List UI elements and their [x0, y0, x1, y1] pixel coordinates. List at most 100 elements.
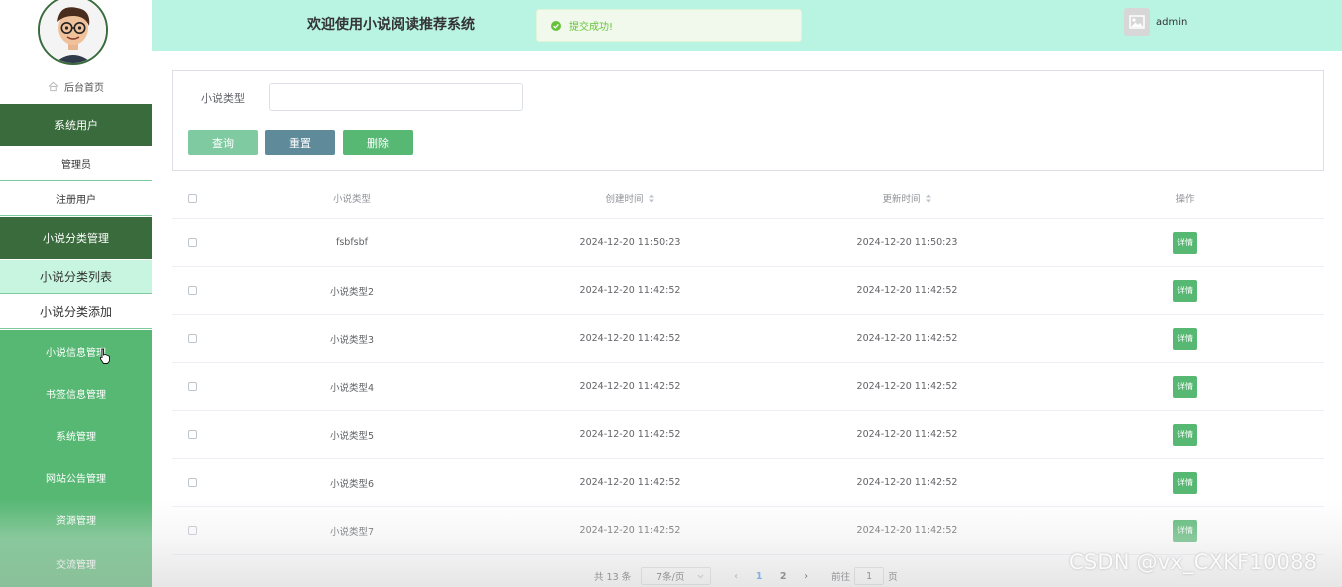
menu-label: 小说分类管理	[43, 232, 109, 245]
category-table: 小说类型 创建时间 更新时间 操作 fsbfsbf 2024-12-20 11:…	[172, 178, 1324, 555]
sort-icon[interactable]	[925, 194, 932, 203]
menu-label: 交流管理	[56, 560, 96, 571]
detail-button[interactable]: 详情	[1173, 423, 1197, 446]
query-button[interactable]: 查询	[188, 130, 258, 155]
menu-label: 注册用户	[56, 195, 96, 206]
cell-type: 小说类型5	[329, 430, 375, 442]
user-name[interactable]: admin	[1156, 17, 1187, 28]
watermark: CSDN @vx_CXKF10088	[1069, 550, 1318, 574]
novel-type-search-input[interactable]	[269, 83, 523, 111]
home-link[interactable]: 后台首页	[0, 76, 152, 96]
cell-updated: 2024-12-20 11:42:52	[856, 285, 958, 296]
cell-updated: 2024-12-20 11:50:23	[856, 237, 958, 248]
table-row: 小说类型2 2024-12-20 11:42:52 2024-12-20 11:…	[172, 267, 1324, 315]
row-checkbox[interactable]	[187, 382, 197, 391]
menu-novel-category-add[interactable]: 小说分类添加	[0, 295, 152, 329]
search-panel: 小说类型 查询 重置 删除	[172, 70, 1324, 171]
row-checkbox[interactable]	[187, 286, 197, 295]
page-unit-label: 页	[888, 572, 898, 583]
column-header-type: 小说类型	[332, 194, 371, 205]
home-label: 后台首页	[64, 82, 104, 94]
sort-icon[interactable]	[648, 194, 655, 203]
detail-button[interactable]: 详情	[1173, 375, 1197, 398]
cell-updated: 2024-12-20 11:42:52	[856, 333, 958, 344]
detail-button[interactable]: 详情	[1173, 231, 1197, 254]
avatar	[37, 0, 109, 66]
app-root: 后台首页 系统用户 管理员 注册用户 小说分类管理 小说分类列表 小说分类添加 …	[0, 0, 1342, 587]
menu-novel-info-management[interactable]: 小说信息管理	[0, 330, 152, 372]
cell-created: 2024-12-20 11:50:23	[579, 237, 681, 248]
menu-label: 资源管理	[56, 515, 96, 527]
menu-novel-category-management[interactable]: 小说分类管理	[0, 217, 152, 259]
menu-label: 管理员	[61, 160, 91, 171]
reset-button[interactable]: 重置	[265, 130, 335, 155]
sidebar: 后台首页 系统用户 管理员 注册用户 小说分类管理 小说分类列表 小说分类添加 …	[0, 0, 152, 587]
chevron-down-icon	[697, 574, 704, 579]
menu-announcement-management[interactable]: 网站公告管理	[0, 456, 152, 498]
menu-novel-category-list[interactable]: 小说分类列表	[0, 260, 152, 294]
page-size-value: 7条/页	[656, 572, 685, 583]
cell-created: 2024-12-20 11:42:52	[579, 525, 681, 536]
menu-label: 小说信息管理	[46, 347, 106, 359]
menu-system-users[interactable]: 系统用户	[0, 104, 152, 146]
menu-resource-management[interactable]: 资源管理	[0, 498, 152, 540]
menu-label: 小说分类列表	[39, 270, 112, 284]
row-checkbox[interactable]	[187, 526, 197, 535]
cell-type: 小说类型7	[329, 526, 375, 538]
table-header-row: 小说类型 创建时间 更新时间 操作	[172, 178, 1324, 219]
success-check-icon	[551, 20, 561, 31]
cell-type: 小说类型2	[329, 286, 375, 298]
detail-button[interactable]: 详情	[1173, 471, 1197, 494]
pagination-total: 共 13 条	[594, 572, 632, 583]
detail-button[interactable]: 详情	[1173, 279, 1197, 302]
table-row: fsbfsbf 2024-12-20 11:50:23 2024-12-20 1…	[172, 219, 1324, 267]
prev-page-button[interactable]: ‹	[725, 571, 747, 582]
cell-updated: 2024-12-20 11:42:52	[856, 381, 958, 392]
cell-type: 小说类型3	[329, 334, 375, 346]
hand-cursor-icon	[100, 348, 110, 364]
table-row: 小说类型3 2024-12-20 11:42:52 2024-12-20 11:…	[172, 315, 1324, 363]
menu-bookmark-management[interactable]: 书签信息管理	[0, 372, 152, 414]
column-header-updated[interactable]: 更新时间	[768, 178, 1046, 218]
row-checkbox[interactable]	[187, 430, 197, 439]
menu-label: 小说分类添加	[39, 305, 112, 319]
pagination: 共 13 条 7条/页 ‹ 1 2 › 前往 1 页	[594, 566, 898, 586]
table-row: 小说类型6 2024-12-20 11:42:52 2024-12-20 11:…	[172, 459, 1324, 507]
row-checkbox[interactable]	[187, 334, 197, 343]
success-toast: 提交成功!	[536, 9, 802, 42]
menu-registered-users[interactable]: 注册用户	[0, 182, 152, 216]
cell-created: 2024-12-20 11:42:52	[579, 285, 681, 296]
menu-admin[interactable]: 管理员	[0, 147, 152, 181]
goto-page-input[interactable]: 1	[854, 567, 885, 585]
cell-created: 2024-12-20 11:42:52	[579, 333, 681, 344]
menu-system-management[interactable]: 系统管理	[0, 414, 152, 456]
page-number[interactable]: 1	[747, 571, 771, 582]
cell-created: 2024-12-20 11:42:52	[579, 381, 681, 392]
cell-updated: 2024-12-20 11:42:52	[856, 525, 958, 536]
row-checkbox[interactable]	[187, 238, 197, 247]
menu-label: 书签信息管理	[46, 389, 106, 401]
site-title: 欢迎使用小说阅读推荐系统	[307, 17, 475, 33]
menu-communication-management[interactable]: 交流管理	[0, 540, 152, 587]
column-header-label: 创建时间	[605, 194, 644, 205]
row-checkbox[interactable]	[187, 478, 197, 487]
cell-created: 2024-12-20 11:42:52	[579, 477, 681, 488]
delete-button[interactable]: 删除	[343, 130, 413, 155]
cell-created: 2024-12-20 11:42:52	[579, 429, 681, 440]
detail-button[interactable]: 详情	[1173, 519, 1197, 542]
search-label: 小说类型	[201, 92, 245, 105]
image-placeholder-icon	[1129, 15, 1145, 29]
table-row: 小说类型5 2024-12-20 11:42:52 2024-12-20 11:…	[172, 411, 1324, 459]
table-row: 小说类型4 2024-12-20 11:42:52 2024-12-20 11:…	[172, 363, 1324, 411]
column-header-created[interactable]: 创建时间	[492, 178, 768, 218]
next-page-button[interactable]: ›	[795, 571, 817, 582]
page-number[interactable]: 2	[771, 571, 795, 582]
detail-button[interactable]: 详情	[1173, 327, 1197, 350]
goto-label: 前往	[831, 572, 851, 583]
page-size-select[interactable]: 7条/页	[641, 567, 712, 585]
toast-message: 提交成功!	[569, 22, 614, 33]
select-all-checkbox[interactable]	[187, 193, 197, 203]
cell-type: fsbfsbf	[336, 237, 368, 248]
user-avatar[interactable]	[1124, 8, 1150, 36]
cell-type: 小说类型4	[329, 382, 375, 394]
